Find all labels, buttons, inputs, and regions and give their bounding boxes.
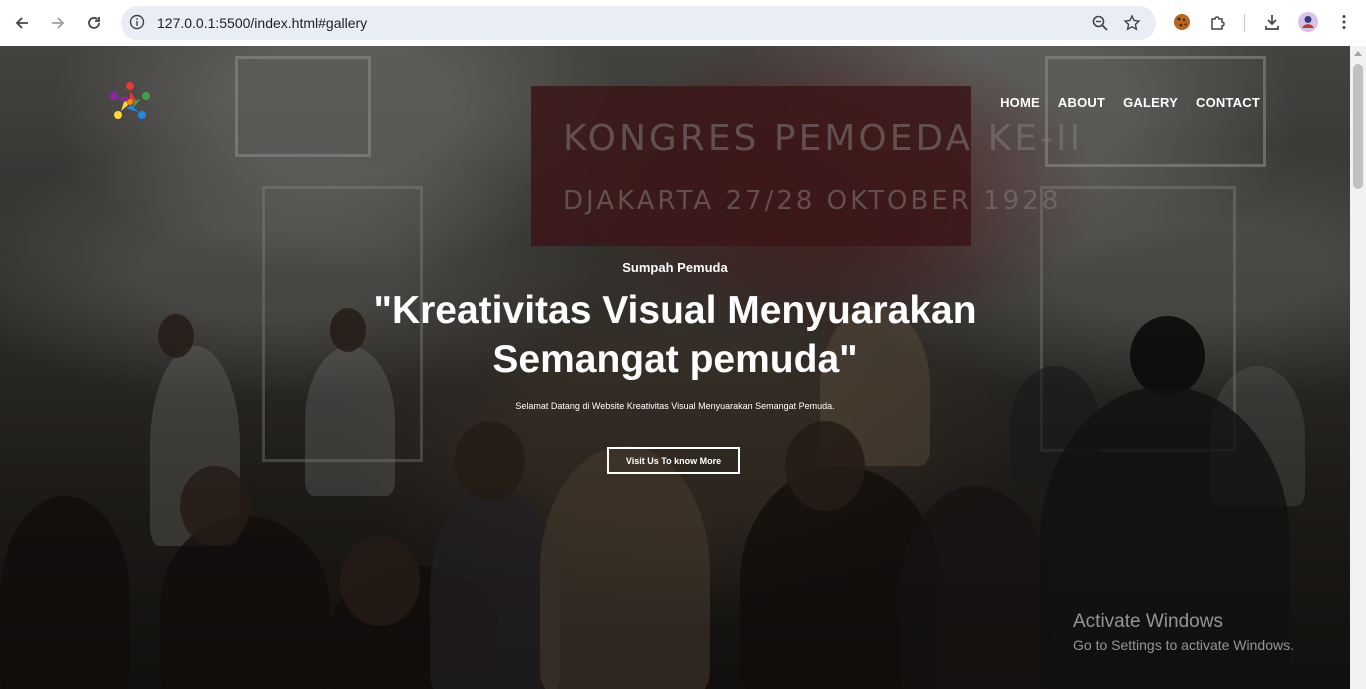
toolbar-divider bbox=[1244, 14, 1245, 32]
address-bar[interactable]: 127.0.0.1:5500/index.html#gallery bbox=[121, 6, 1156, 40]
arrow-left-icon bbox=[15, 17, 28, 29]
nav-about[interactable]: ABOUT bbox=[1058, 95, 1105, 110]
scroll-thumb[interactable] bbox=[1353, 64, 1363, 189]
activate-windows-title: Activate Windows bbox=[1073, 611, 1223, 632]
nav-contact[interactable]: CONTACT bbox=[1196, 95, 1260, 110]
puzzle-icon[interactable] bbox=[1207, 11, 1229, 33]
page-viewport: KONGRES PEMOEDA KE-II DJAKARTA 27/28 OKT… bbox=[0, 46, 1350, 689]
cookie-extension-icon[interactable] bbox=[1171, 11, 1193, 33]
page-scrollbar[interactable] bbox=[1350, 46, 1366, 689]
site-nav: HOME ABOUT GALERY CONTACT bbox=[1000, 95, 1260, 110]
hero-tagline: Selamat Datang di Website Kreativitas Vi… bbox=[515, 401, 835, 411]
profile-avatar[interactable] bbox=[1297, 11, 1319, 33]
hero-headline-line-2: Semangat pemuda" bbox=[492, 338, 858, 381]
forward-button[interactable] bbox=[46, 11, 70, 35]
activate-windows-subtitle: Go to Settings to activate Windows. bbox=[1073, 637, 1294, 653]
zoom-icon[interactable] bbox=[1091, 14, 1109, 32]
scroll-up-arrow-icon[interactable] bbox=[1354, 51, 1362, 56]
browser-toolbar: 127.0.0.1:5500/index.html#gallery bbox=[0, 0, 1366, 46]
reload-icon bbox=[88, 17, 100, 29]
star-icon[interactable] bbox=[1123, 14, 1141, 32]
more-vert-icon[interactable] bbox=[1333, 11, 1355, 33]
hero-eyebrow: Sumpah Pemuda bbox=[622, 260, 728, 275]
download-icon[interactable] bbox=[1261, 11, 1283, 33]
hero-headline: "Kreativitas Visual Menyuarakan Semangat… bbox=[0, 286, 1350, 384]
site-logo[interactable] bbox=[108, 80, 152, 124]
nav-home[interactable]: HOME bbox=[1000, 95, 1040, 110]
nav-galery[interactable]: GALERY bbox=[1123, 95, 1178, 110]
visit-us-button[interactable]: Visit Us To know More bbox=[607, 447, 740, 474]
back-button[interactable] bbox=[10, 11, 34, 35]
info-icon[interactable] bbox=[129, 14, 145, 35]
url-text[interactable]: 127.0.0.1:5500/index.html#gallery bbox=[157, 15, 367, 31]
reload-button[interactable] bbox=[82, 11, 106, 35]
colorful-people-circle-logo bbox=[110, 82, 150, 119]
arrow-right-icon bbox=[52, 17, 65, 29]
hero-headline-line-1: "Kreativitas Visual Menyuarakan bbox=[373, 289, 977, 332]
